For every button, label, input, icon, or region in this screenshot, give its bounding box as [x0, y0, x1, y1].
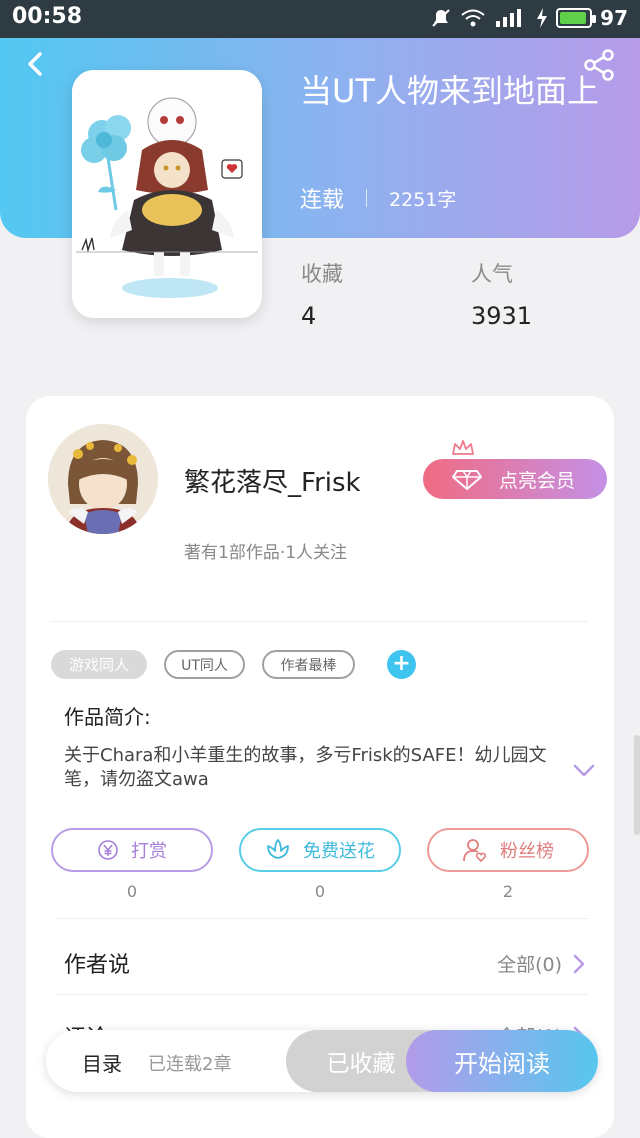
- diamond-icon: [452, 470, 482, 490]
- battery-level: 97: [600, 6, 628, 30]
- author-says-title: 作者说: [64, 953, 131, 978]
- send-flower-button[interactable]: 免费送花: [239, 828, 401, 872]
- signal-icon: [496, 9, 522, 27]
- stat-popularity-label: 人气: [471, 262, 513, 286]
- flower-icon: [267, 839, 289, 859]
- mute-icon: [432, 9, 450, 27]
- stat-favorites: 收藏 4: [301, 258, 343, 330]
- stat-popularity: 人气 3931: [471, 258, 532, 330]
- cover-illustration: [72, 70, 262, 318]
- author-says-all-label: 全部(0): [497, 954, 562, 976]
- fans-ranking-label: 粉丝榜: [500, 841, 554, 862]
- avatar-illustration: [48, 424, 158, 534]
- flower-count: 0: [314, 882, 326, 901]
- fans-icon: [463, 839, 487, 863]
- charging-icon: [537, 8, 548, 28]
- reward-label: 打赏: [131, 841, 167, 862]
- battery-icon: [556, 8, 597, 28]
- wifi-icon: [461, 9, 485, 27]
- toc-button[interactable]: 目录: [82, 1048, 122, 1077]
- book-meta: 连载 2251字: [300, 182, 456, 214]
- yen-icon: [98, 840, 118, 860]
- reward-count: 0: [126, 882, 138, 901]
- back-arrow-icon[interactable]: [22, 50, 50, 78]
- meta-divider: [366, 189, 368, 207]
- book-title: 当UT人物来到地面上: [300, 72, 599, 110]
- section-divider: [56, 994, 588, 995]
- intro-text: 关于Chara和小羊重生的故事，多亏Frisk的SAFE！幼儿园文笔，请勿盗文a…: [64, 745, 547, 790]
- vip-button-label: 点亮会员: [498, 469, 575, 492]
- status-time: 00:58: [12, 4, 83, 29]
- fans-count: 2: [502, 882, 514, 901]
- author-says-all[interactable]: 全部(0): [497, 950, 586, 977]
- bottom-action-bar: 目录 已连载2章 已收藏 开始阅读: [46, 1030, 598, 1092]
- card-divider: [50, 621, 588, 622]
- stat-favorites-label: 收藏: [301, 262, 343, 286]
- stat-favorites-value: 4: [301, 302, 317, 330]
- start-reading-button[interactable]: 开始阅读: [406, 1030, 598, 1092]
- status-icons: 97: [430, 6, 628, 30]
- tag-game-fanfic[interactable]: 游戏同人: [51, 650, 147, 679]
- crown-icon: [452, 440, 474, 455]
- chapter-count: 已连载2章: [148, 1054, 232, 1075]
- reward-button[interactable]: 打赏: [51, 828, 213, 872]
- send-flower-label: 免费送花: [303, 841, 375, 862]
- author-info: 著有1部作品·1人关注: [184, 543, 348, 563]
- stat-popularity-value: 3931: [471, 302, 533, 330]
- add-tag-button[interactable]: +: [387, 650, 416, 679]
- chevron-right-icon: [573, 954, 585, 973]
- author-avatar[interactable]: [48, 424, 158, 534]
- fans-ranking-button[interactable]: 粉丝榜: [427, 828, 589, 872]
- book-status: 连载: [300, 188, 345, 213]
- section-divider: [56, 918, 588, 919]
- word-count: 2251字: [389, 188, 457, 211]
- book-cover[interactable]: [72, 70, 262, 318]
- status-bar: 00:58 97: [0, 0, 640, 38]
- scrollbar[interactable]: [634, 735, 640, 835]
- author-name[interactable]: 繁花落尽_Frisk: [184, 462, 361, 499]
- chevron-down-icon[interactable]: [572, 760, 596, 780]
- intro-title: 作品简介:: [64, 705, 151, 729]
- vip-button[interactable]: 点亮会员: [423, 459, 607, 499]
- tag-author-best[interactable]: 作者最棒: [262, 650, 355, 679]
- tag-ut-fanfic[interactable]: UT同人: [164, 650, 245, 679]
